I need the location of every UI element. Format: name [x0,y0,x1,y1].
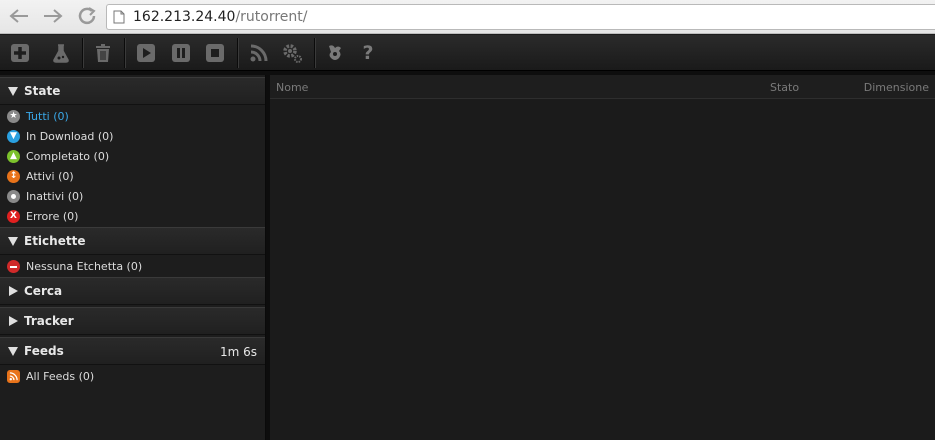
inactive-icon [7,190,20,203]
play-icon[interactable] [135,42,157,64]
item-label: In Download (0) [26,129,114,143]
item-label: Errore (0) [26,209,79,223]
item-label: Attivi (0) [26,169,74,183]
grid-header: Nome Stato Dimensione [270,75,935,99]
url-host: 162.213.24.40 [133,9,236,25]
feeds-timer: 1m 6s [219,345,257,359]
help-icon[interactable]: ? [357,42,379,64]
torrent-list: Nome Stato Dimensione [270,75,935,440]
section-title: State [24,84,61,98]
state-item-inactive[interactable]: Inattivi (0) [0,186,265,206]
settings-icon[interactable] [281,42,303,64]
toolbar-separator [124,38,125,68]
back-icon[interactable] [6,4,32,28]
section-title: Etichette [24,234,86,248]
sidebar: State ★ Tutti (0) ▼ In Download (0) ▲ Co… [0,75,266,440]
no-entry-icon [7,260,20,273]
app-toolbar: ? [0,35,935,71]
collapse-icon [8,347,18,356]
label-item-none[interactable]: Nessuna Etchetta (0) [0,256,265,276]
item-label: Inattivi (0) [26,189,84,203]
column-name[interactable]: Nome [276,81,308,94]
state-item-all[interactable]: ★ Tutti (0) [0,106,265,126]
collapse-icon [8,87,18,96]
state-item-downloading[interactable]: ▼ In Download (0) [0,126,265,146]
toolbar-separator [82,38,83,68]
item-label: All Feeds (0) [26,369,95,383]
section-state-header[interactable]: State [0,77,265,105]
state-item-error[interactable]: X Errore (0) [0,206,265,226]
expand-icon [9,286,18,296]
section-tracker-header[interactable]: Tracker [0,307,265,335]
feed-item-all[interactable]: All Feeds (0) [0,366,265,386]
reload-icon[interactable] [74,4,100,28]
toolbar-separator [314,38,315,68]
create-icon[interactable] [50,42,72,64]
section-title: Tracker [24,314,74,328]
browser-toolbar: 162.213.24.40/rutorrent/ [0,0,935,34]
section-search-header[interactable]: Cerca [0,277,265,305]
item-label: Tutti (0) [26,109,69,123]
address-bar[interactable]: 162.213.24.40/rutorrent/ [106,4,935,30]
expand-icon [9,316,18,326]
active-icon: ↕ [7,170,20,183]
section-labels-header[interactable]: Etichette [0,227,265,255]
rss-icon[interactable] [248,42,270,64]
add-icon[interactable] [9,42,31,64]
upload-icon: ▲ [7,150,20,163]
column-size[interactable]: Dimensione [864,81,929,94]
column-status[interactable]: Stato [770,81,799,94]
section-title: Feeds [24,344,64,358]
toolbar-separator [237,38,238,68]
download-icon: ▼ [7,130,20,143]
rss-icon [7,370,20,383]
item-label: Completato (0) [26,149,110,163]
trash-icon[interactable] [92,42,114,64]
state-item-completed[interactable]: ▲ Completato (0) [0,146,265,166]
stop-icon[interactable] [204,42,226,64]
pause-icon[interactable] [170,42,192,64]
url-path: /rutorrent/ [235,9,308,25]
forward-icon[interactable] [40,4,66,28]
collapse-icon [8,237,18,246]
item-label: Nessuna Etchetta (0) [26,259,143,273]
page-icon [113,10,125,24]
state-item-active[interactable]: ↕ Attivi (0) [0,166,265,186]
section-title: Cerca [24,284,63,298]
error-icon: X [7,210,20,223]
star-icon: ★ [7,110,20,123]
section-feeds-header[interactable]: Feeds 1m 6s [0,337,265,365]
plugin-icon[interactable] [324,42,346,64]
